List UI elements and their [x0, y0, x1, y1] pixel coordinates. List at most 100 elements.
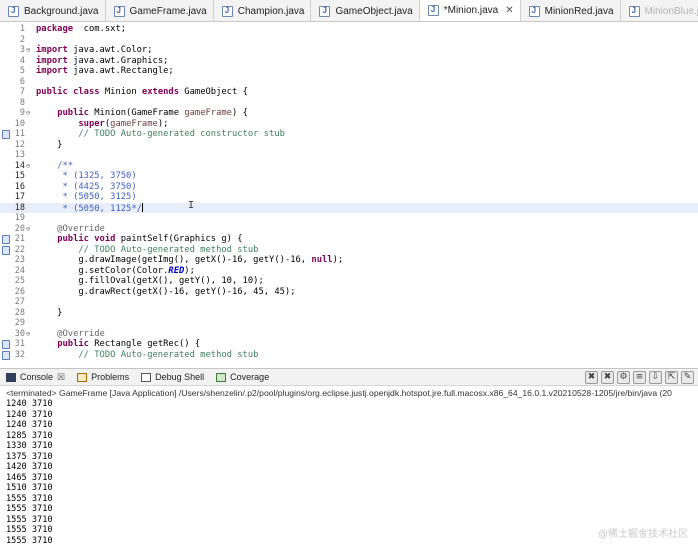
line-number: 30: [14, 328, 25, 339]
code-token: );: [157, 118, 169, 129]
console-output-line: 1330 3710: [6, 441, 53, 451]
fold-toggle-icon[interactable]: ⊖: [26, 161, 30, 172]
console-view-bar: Console ☒ Problems Debug Shell Coverage ✖ ✖ ⚙ ≡…: [0, 368, 698, 386]
code-token: import: [36, 45, 68, 55]
terminate-icon[interactable]: ✖: [585, 371, 598, 384]
editor-tab[interactable]: *Minion.java ✕: [419, 0, 521, 21]
console-output-line: 1465 3710: [6, 472, 53, 483]
fold-toggle-icon[interactable]: ⊖: [26, 108, 30, 119]
code-token: }: [36, 139, 63, 150]
code-text: }: [36, 140, 62, 151]
line-number: 23: [14, 255, 25, 265]
code-token: // TODO Auto-generated method stub: [36, 244, 259, 255]
line-number: 14: [14, 160, 25, 171]
remove-launch-icon[interactable]: ✖: [601, 371, 614, 384]
code-token: paintSelf(Graphics g) {: [115, 234, 243, 244]
line-number: 4: [19, 55, 25, 66]
line-number: 31: [14, 339, 25, 349]
code-line: 12 }: [0, 140, 698, 151]
code-text: * (1325, 3750): [36, 171, 136, 182]
code-text: public Minion(GameFrame gameFrame) {: [36, 108, 248, 119]
editor-tab-label: GameFrame.java: [129, 5, 207, 17]
code-token: com.sxt;: [73, 24, 127, 34]
line-number: 12: [14, 139, 25, 150]
code-token: java.awt.Rectangle;: [67, 66, 174, 76]
view-tab-coverage[interactable]: Coverage: [210, 372, 275, 382]
java-file-icon: [427, 5, 439, 16]
terminated-status: <terminated> GameFrame [Java Application…: [6, 388, 672, 398]
editor-tab[interactable]: MinionBlue.java: [621, 0, 698, 21]
view-tab-console[interactable]: Console ☒: [0, 372, 71, 383]
code-text: public void paintSelf(Graphics g) {: [36, 234, 243, 245]
console-toolbar: ✖ ✖ ⚙ ≡ ⇩ ⇱ ✎: [585, 371, 694, 384]
java-file-icon: [8, 5, 19, 17]
code-token: * (4425, 3750): [36, 181, 137, 192]
remove-all-terminated-icon[interactable]: ⚙: [617, 371, 630, 384]
java-file-icon: [528, 5, 540, 17]
code-token: java.awt.Graphics;: [67, 55, 169, 66]
code-token: * (5050, 3125): [36, 192, 137, 202]
line-number: 25: [14, 276, 25, 286]
code-token: g.fillOval(getX(), getY(), 10, 10);: [36, 276, 264, 286]
java-file-icon: [319, 5, 331, 17]
code-token: import: [36, 66, 68, 76]
code-text: * (5050, 3125): [36, 192, 137, 203]
line-number: 16: [14, 181, 25, 192]
pin-console-icon[interactable]: ✎: [681, 371, 694, 384]
text-cursor-icon: I: [188, 200, 195, 211]
view-tab-problems[interactable]: Problems: [71, 372, 135, 382]
code-text: // TODO Auto-generated method stub: [36, 350, 258, 361]
code-line: 1 package com.sxt;: [0, 24, 698, 35]
view-tab-label: Problems: [91, 372, 130, 382]
code-text: // TODO Auto-generated method stub: [36, 245, 258, 256]
editor-tab[interactable]: Champion.java: [214, 0, 312, 21]
line-number: 11: [14, 129, 25, 139]
scroll-lock-icon[interactable]: ⇩: [649, 371, 662, 384]
line-number: 10: [14, 118, 25, 129]
console-output[interactable]: 1240 3710 1240 3710 1240 3710 1285 3710 1330…: [6, 399, 53, 546]
code-token: );: [184, 265, 195, 276]
code-text: import java.awt.Graphics;: [36, 56, 168, 67]
close-icon[interactable]: ✕: [505, 5, 513, 16]
code-text: g.setColor(Color.RED);: [36, 266, 195, 277]
code-line: 13: [0, 150, 698, 161]
code-token: public: [36, 87, 68, 97]
word-wrap-icon[interactable]: ⇱: [665, 371, 678, 384]
code-token: public: [57, 234, 89, 244]
code-line: 20 ⊖ @Override: [0, 224, 698, 235]
editor-tab[interactable]: GameFrame.java: [106, 0, 214, 21]
view-tab-label: Debug Shell: [155, 372, 205, 382]
code-text: import java.awt.Color;: [36, 45, 153, 56]
code-editor[interactable]: 1 package com.sxt; 2 3 ⊖ import java.awt.Colo…: [0, 22, 698, 362]
fold-toggle-icon[interactable]: ⊖: [26, 224, 30, 235]
code-line: 4 import java.awt.Graphics;: [0, 56, 698, 67]
editor-tab[interactable]: MinionRed.java: [521, 0, 621, 21]
code-token: g.drawRect(getX()-16, getY()-16, 45, 45)…: [36, 286, 296, 297]
line-number: 1: [19, 24, 25, 34]
java-file-icon: [113, 5, 125, 17]
clear-console-icon[interactable]: ≡: [633, 371, 646, 384]
debug-shell-icon: [141, 372, 152, 382]
code-text: g.drawRect(getX()-16, getY()-16, 45, 45)…: [36, 286, 296, 298]
fold-toggle-icon[interactable]: ⊖: [26, 45, 30, 56]
code-text: }: [36, 308, 62, 319]
code-token: public: [57, 108, 89, 118]
code-text: import java.awt.Rectangle;: [36, 66, 174, 77]
console-output-line: 1240 3710: [6, 399, 53, 409]
line-number: 29: [14, 318, 25, 328]
editor-tab[interactable]: GameObject.java: [311, 0, 420, 21]
code-token: /**: [36, 160, 74, 171]
close-icon[interactable]: ☒: [57, 372, 65, 383]
code-text: public class Minion extends GameObject {: [36, 87, 248, 98]
code-line: 22 // TODO Auto-generated method stub: [0, 245, 698, 256]
editor-tab-label: Champion.java: [237, 5, 305, 17]
code-token: Minion(GameFrame: [88, 108, 185, 118]
editor-tab[interactable]: Background.java: [0, 0, 106, 21]
code-token: @Override: [36, 328, 105, 339]
line-number: 7: [19, 87, 25, 97]
view-tab-debug-shell[interactable]: Debug Shell: [135, 372, 210, 382]
fold-toggle-icon[interactable]: ⊖: [26, 329, 30, 340]
